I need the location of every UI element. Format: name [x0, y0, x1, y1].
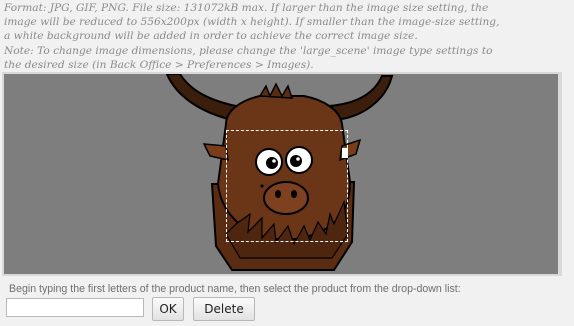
ok-button[interactable]: OK [152, 297, 184, 321]
info-line: Format: JPG, GIF, PNG. File size: 131072… [4, 2, 489, 14]
delete-button[interactable]: Delete [193, 297, 255, 321]
info-line: Note: To change image dimensions, please… [4, 44, 493, 57]
product-search-input[interactable] [6, 298, 144, 317]
scene-image-frame[interactable] [2, 72, 562, 276]
info-line: the desired size (in Back Office > Prefe… [4, 58, 314, 71]
info-line: image will be reduced to 556x200px (widt… [4, 16, 500, 29]
yak-cartoon-image [165, 74, 394, 271]
product-search-hint: Begin typing the first letters of the pr… [9, 283, 461, 295]
image-format-info: Format: JPG, GIF, PNG. File size: 131072… [4, 1, 570, 72]
info-line: a white background will be added in orde… [4, 30, 418, 43]
